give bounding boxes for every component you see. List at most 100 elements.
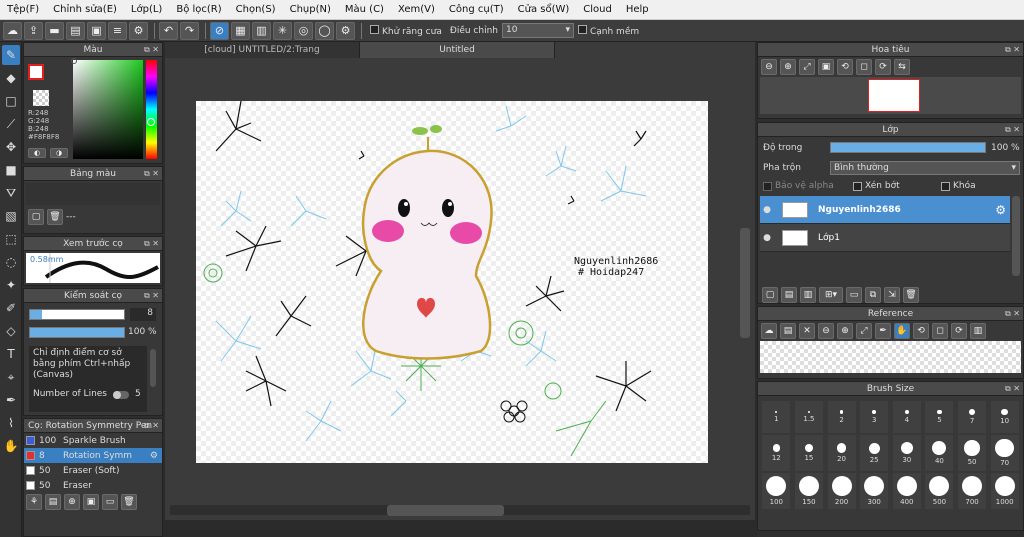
- brush-size-option[interactable]: 50: [958, 435, 987, 471]
- brush-copy-icon[interactable]: ▣: [83, 494, 99, 510]
- zoom-out-icon[interactable]: ⊖: [761, 59, 777, 75]
- ruler-off-icon[interactable]: ⊘: [210, 21, 229, 40]
- text-tool-icon[interactable]: T: [2, 344, 20, 364]
- main-color-swatch[interactable]: [28, 64, 44, 80]
- reference-hand-icon[interactable]: ✋: [894, 323, 910, 339]
- layer-mask-icon[interactable]: ▭: [846, 287, 862, 303]
- layers-icon[interactable]: ≡: [108, 21, 127, 40]
- protect-alpha-checkbox[interactable]: [763, 181, 772, 191]
- brush-size-value[interactable]: 8: [130, 308, 156, 321]
- antialias-checkbox[interactable]: [370, 24, 379, 34]
- move-tool-icon[interactable]: ✥: [2, 137, 20, 157]
- reference-rotate-right-icon[interactable]: ⟳: [951, 323, 967, 339]
- delete-layer-icon[interactable]: 🗑: [903, 287, 919, 303]
- menu-item-4[interactable]: Chọn(S): [229, 0, 283, 20]
- color-slider-icon[interactable]: ◑: [50, 148, 68, 158]
- brush-size-option[interactable]: 12: [762, 435, 791, 471]
- hue-slider[interactable]: [146, 60, 157, 159]
- brush-add-icon[interactable]: ⊕: [64, 494, 80, 510]
- brush-size-option[interactable]: 4: [892, 401, 921, 433]
- select-pen-tool-icon[interactable]: ✐: [2, 298, 20, 318]
- actual-size-icon[interactable]: ▣: [818, 59, 834, 75]
- gear-icon[interactable]: ⚙: [995, 203, 1006, 217]
- magic-wand-tool-icon[interactable]: ✦: [2, 275, 20, 295]
- panel-window-icon[interactable]: ⧉ ✕: [1005, 307, 1020, 321]
- new-layer-icon[interactable]: ▢: [762, 287, 778, 303]
- brush-size-option[interactable]: 5: [925, 401, 954, 433]
- menu-item-2[interactable]: Lớp(L): [124, 0, 169, 20]
- select-rect-tool-icon[interactable]: ⬚: [2, 229, 20, 249]
- menu-item-7[interactable]: Xem(V): [391, 0, 442, 20]
- reference-cloud-icon[interactable]: ☁: [761, 323, 777, 339]
- folder-icon[interactable]: ▤: [66, 21, 85, 40]
- reference-dropper-icon[interactable]: ✒: [875, 323, 891, 339]
- pen-alt-tool-icon[interactable]: ✒: [2, 390, 20, 410]
- bucket-tool-icon[interactable]: ⛛: [2, 183, 20, 203]
- brush-opacity-slider[interactable]: [29, 327, 125, 338]
- menu-item-5[interactable]: Chụp(N): [283, 0, 338, 20]
- add-layer-menu-icon[interactable]: ⊞▾: [819, 287, 843, 303]
- panel-window-icon[interactable]: ⧉ ✕: [1005, 382, 1020, 396]
- comment-icon[interactable]: ▬: [45, 21, 64, 40]
- reference-open-icon[interactable]: ▤: [780, 323, 796, 339]
- brush-size-option[interactable]: 3: [860, 401, 889, 433]
- reference-zoom-out-icon[interactable]: ⊖: [818, 323, 834, 339]
- brush-size-option[interactable]: 70: [990, 435, 1019, 471]
- layer-scrollbar[interactable]: [1012, 196, 1020, 276]
- ruler-settings-icon[interactable]: ⚙: [336, 21, 355, 40]
- fill-rect-tool-icon[interactable]: ■: [2, 160, 20, 180]
- ruler-grid-icon[interactable]: ▥: [252, 21, 271, 40]
- rectangle-tool-icon[interactable]: □: [2, 91, 20, 111]
- flip-icon[interactable]: ⇆: [894, 59, 910, 75]
- delete-palette-icon[interactable]: 🗑: [47, 209, 63, 225]
- new-folder-icon[interactable]: ▥: [800, 287, 816, 303]
- brush-size-option[interactable]: 200: [827, 473, 856, 509]
- blend-select[interactable]: Bình thường ▾: [830, 161, 1020, 175]
- panel-window-icon[interactable]: ⧉ ✕: [144, 167, 159, 181]
- menu-item-0[interactable]: Tệp(F): [0, 0, 46, 20]
- layer-opacity-slider[interactable]: [830, 142, 986, 153]
- brush-size-option[interactable]: 150: [794, 473, 823, 509]
- menu-item-1[interactable]: Chỉnh sửa(E): [46, 0, 124, 20]
- brush-size-option[interactable]: 25: [860, 435, 889, 471]
- save-icon[interactable]: ▣: [87, 21, 106, 40]
- ruler-circle-icon[interactable]: ◎: [294, 21, 313, 40]
- ruler-curve-icon[interactable]: ◯: [315, 21, 334, 40]
- brush-delete-icon[interactable]: 🗑: [121, 494, 137, 510]
- zoom-in-icon[interactable]: ⊕: [780, 59, 796, 75]
- protect-alpha-toggle[interactable]: Bảo vệ alpha: [763, 181, 834, 191]
- brush-size-option[interactable]: 7: [958, 401, 987, 433]
- brush-size-option[interactable]: 1: [762, 401, 791, 433]
- brush-size-option[interactable]: 10: [990, 401, 1019, 433]
- eraser-tool-icon[interactable]: ◆: [2, 68, 20, 88]
- eye-icon[interactable]: ●: [760, 233, 774, 243]
- brush-folder-new-icon[interactable]: ▭: [102, 494, 118, 510]
- lines-toggle[interactable]: [113, 390, 129, 399]
- panel-window-icon[interactable]: ⧉ ✕: [1005, 123, 1020, 137]
- layer-row[interactable]: ● Lớp1: [760, 224, 1010, 252]
- select-operation-icon[interactable]: ⌖: [2, 367, 20, 387]
- navigator-preview[interactable]: [760, 77, 1021, 114]
- reference-close-icon[interactable]: ✕: [799, 323, 815, 339]
- reference-view[interactable]: [760, 341, 1021, 373]
- duplicate-layer-icon[interactable]: ⧉: [865, 287, 881, 303]
- menu-item-11[interactable]: Help: [619, 0, 656, 20]
- panel-window-icon[interactable]: ⧉ ✕: [144, 289, 159, 303]
- color-wheel-icon[interactable]: ◐: [28, 148, 46, 158]
- lasso-tool-icon[interactable]: ◌: [2, 252, 20, 272]
- sv-cursor[interactable]: [71, 58, 77, 64]
- menu-item-6[interactable]: Màu (C): [338, 0, 391, 20]
- hand-tool-icon[interactable]: ✋: [2, 436, 20, 456]
- palette-swatches[interactable]: [26, 183, 160, 205]
- brush-list-item[interactable]: 8 Rotation Symm ⚙: [24, 448, 162, 463]
- brush-list-item[interactable]: 50 Eraser: [24, 478, 162, 493]
- layer-row[interactable]: ● Nguyenlinh2686 ⚙: [760, 196, 1010, 224]
- brush-folder-icon[interactable]: ▤: [45, 494, 61, 510]
- brush-size-option[interactable]: 2: [827, 401, 856, 433]
- panel-window-icon[interactable]: ⧉ ✕: [144, 43, 159, 57]
- eye-icon[interactable]: ●: [760, 205, 774, 215]
- ruler-focus-icon[interactable]: ✳: [273, 21, 292, 40]
- panel-window-icon[interactable]: ⧉ ✕: [144, 419, 159, 433]
- gradient-tool-icon[interactable]: ▧: [2, 206, 20, 226]
- brush-size-option[interactable]: 30: [892, 435, 921, 471]
